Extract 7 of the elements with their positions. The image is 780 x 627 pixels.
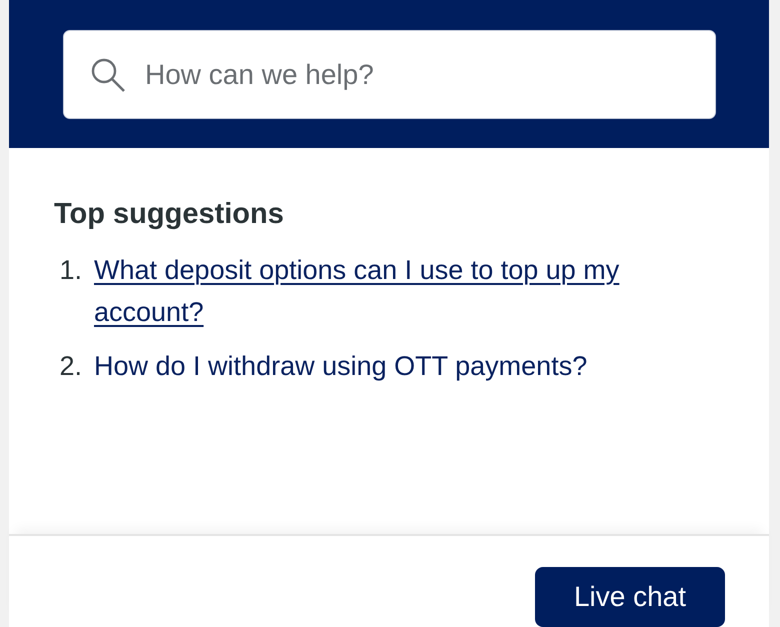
search-field[interactable]: How can we help? bbox=[63, 30, 716, 119]
section-heading: Top suggestions bbox=[54, 198, 285, 231]
list-number: 2. bbox=[58, 350, 82, 383]
suggestion-link[interactable]: How do I withdraw using OTT payments? bbox=[94, 345, 588, 387]
live-chat-button[interactable]: Live chat bbox=[535, 567, 725, 627]
suggestion-link[interactable]: What deposit options can I use to top up my account? bbox=[94, 249, 729, 333]
list-number: 1. bbox=[58, 254, 82, 287]
